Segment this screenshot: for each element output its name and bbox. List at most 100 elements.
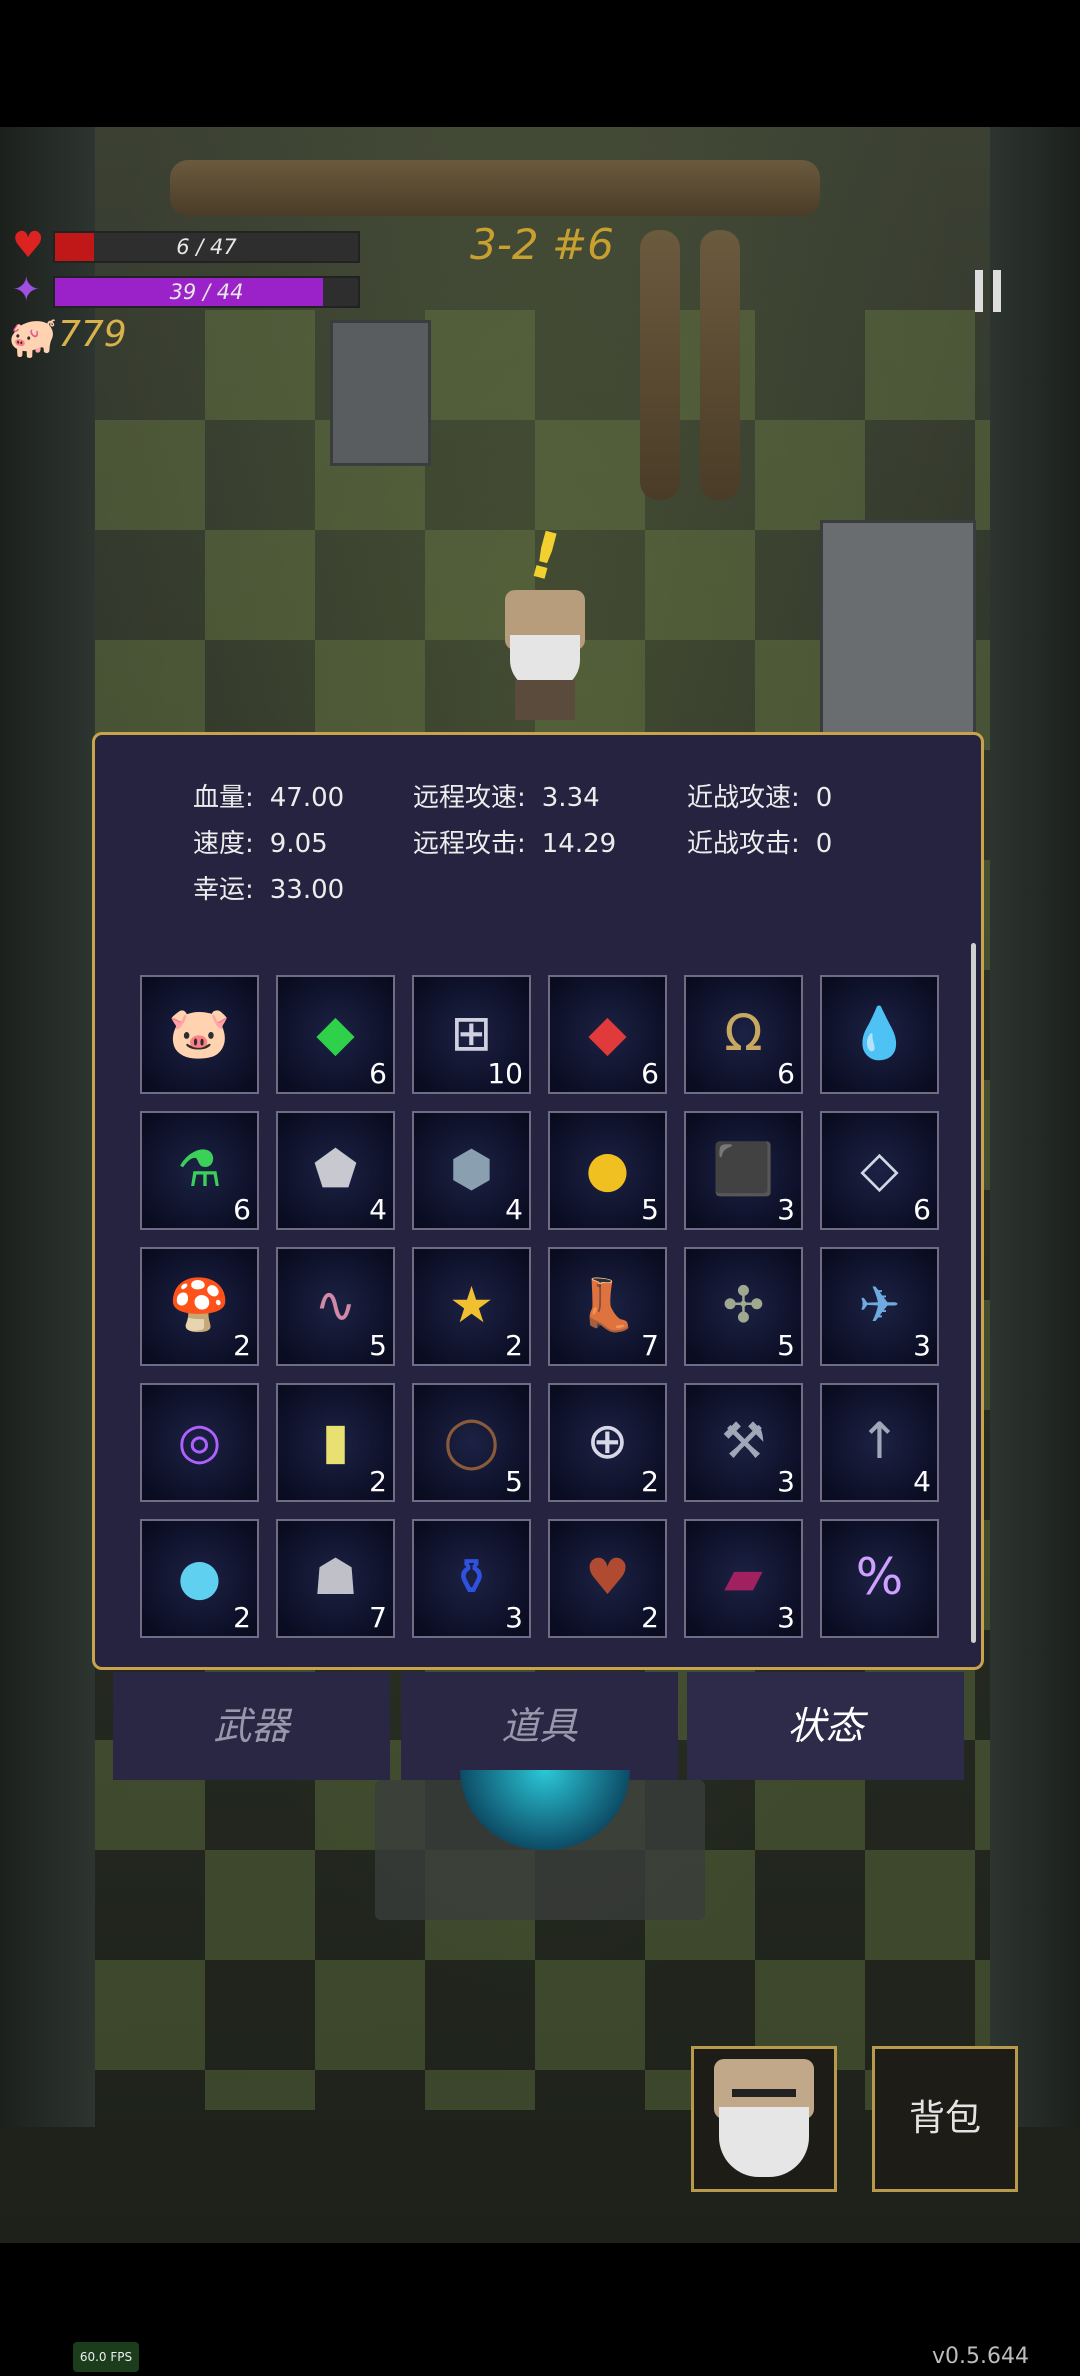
red-crystal-icon: ◆ <box>588 1004 627 1062</box>
green-crystal-icon: ◆ <box>316 1004 355 1062</box>
worm-icon: ∿ <box>314 1276 357 1334</box>
inventory-slot[interactable]: ◆ 6 <box>276 975 395 1094</box>
item-count: 2 <box>233 1601 251 1634</box>
panel-scrollbar[interactable] <box>971 943 976 1643</box>
pause-bar-left <box>975 270 983 312</box>
mp-bar: 39 / 44 <box>53 276 360 308</box>
inventory-slot[interactable]: ✈ 3 <box>820 1247 939 1366</box>
stat-label: 近战攻速: <box>687 783 800 813</box>
inventory-slot[interactable]: 🍄 2 <box>140 1247 259 1366</box>
inventory-slot[interactable]: Ω6 <box>684 975 803 1094</box>
stat-value: 47.00 <box>269 783 345 813</box>
inventory-slot[interactable]: ★ 2 <box>412 1247 531 1366</box>
heart-gold-icon: ♥ <box>585 1548 630 1606</box>
percent-rune-icon: % <box>855 1548 904 1606</box>
stat-value: 0 <box>815 783 833 813</box>
inventory-slot[interactable]: ⬟ 4 <box>276 1111 395 1230</box>
portrait-beard <box>719 2107 809 2177</box>
item-count: 5 <box>505 1465 523 1498</box>
mushroom-icon: 🍄 <box>168 1276 231 1334</box>
inventory-slot[interactable]: 💧 <box>820 975 939 1094</box>
inventory-slot[interactable]: ⚒ 3 <box>684 1383 803 1502</box>
inventory-slot[interactable]: ▮ 2 <box>276 1383 395 1502</box>
arrow-up-icon: ↑ <box>858 1412 901 1470</box>
coin-count: 779 <box>58 314 127 355</box>
pause-bar-right <box>993 270 1001 312</box>
squid-icon: ✣ <box>722 1276 765 1334</box>
character-portrait-button[interactable] <box>691 2046 837 2192</box>
tab-status[interactable]: 状态 <box>687 1672 964 1780</box>
item-count: 10 <box>487 1057 523 1090</box>
player-character <box>495 590 595 720</box>
inventory-slot[interactable]: ◆ 6 <box>548 975 667 1094</box>
stat-label: 远程攻速: <box>413 783 526 813</box>
item-count: 4 <box>369 1193 387 1226</box>
machine <box>820 520 976 736</box>
status-panel: 血量: 47.00 速度: 9.05 幸运: 33.00 远程攻速: 3.34 远程攻击… <box>92 732 984 1670</box>
stat-hp: 血量: 47.00 <box>193 777 344 814</box>
item-count: 3 <box>777 1465 795 1498</box>
inventory-slot[interactable]: ↑ 4 <box>820 1383 939 1502</box>
yellow-card-icon: ▮ <box>321 1412 350 1470</box>
status-bar <box>0 0 1080 127</box>
inventory-slot[interactable]: ☗ 7 <box>276 1519 395 1638</box>
medkit-icon: ⊞ <box>450 1004 493 1062</box>
inventory-slot[interactable]: ⊞ 10 <box>412 975 531 1094</box>
inventory-slot[interactable]: ♥ 2 <box>548 1519 667 1638</box>
inventory-slot[interactable]: ◇ 6 <box>820 1111 939 1230</box>
boots-icon: 👢 <box>576 1276 639 1334</box>
water-drop-icon: 💧 <box>848 1004 911 1062</box>
inventory-slot[interactable]: ▰ 3 <box>684 1519 803 1638</box>
tab-items[interactable]: 道具 <box>401 1672 678 1780</box>
stat-label: 幸运: <box>193 875 254 905</box>
spellbook-icon: ▰ <box>724 1548 763 1606</box>
item-count: 2 <box>233 1329 251 1362</box>
stat-value: 0 <box>815 829 833 859</box>
item-count: 5 <box>369 1329 387 1362</box>
star-trophy-icon: ★ <box>449 1276 494 1334</box>
stat-label: 远程攻击: <box>413 829 526 859</box>
pause-button[interactable] <box>975 270 1005 312</box>
inventory-slot[interactable]: 👢 7 <box>548 1247 667 1366</box>
piggy-bank-icon: 🐷 <box>168 1004 231 1062</box>
fps-counter: 60.0 FPS <box>73 2342 139 2372</box>
item-count: 7 <box>369 1601 387 1634</box>
item-count: 4 <box>505 1193 523 1226</box>
stat-value: 33.00 <box>269 875 345 905</box>
crystal-orb-icon: ● <box>177 1548 222 1606</box>
inventory-slot[interactable]: ⚱ 3 <box>412 1519 531 1638</box>
stat-value: 14.29 <box>541 829 617 859</box>
inventory-slot[interactable]: ⚗ 6 <box>140 1111 259 1230</box>
item-count: 6 <box>777 1057 795 1090</box>
inventory-slot[interactable]: ⊕ 2 <box>548 1383 667 1502</box>
hammer-icon: ⚒ <box>721 1412 766 1470</box>
pipe <box>700 230 740 500</box>
inventory-slot[interactable]: ✣ 5 <box>684 1247 803 1366</box>
item-count: 3 <box>777 1601 795 1634</box>
item-count: 7 <box>641 1329 659 1362</box>
ore-chunks-icon: ⬛ <box>712 1140 775 1198</box>
silver-ore-icon: ⬟ <box>313 1140 358 1198</box>
item-count: 2 <box>641 1465 659 1498</box>
inventory-slot[interactable]: ⬛ 3 <box>684 1111 803 1230</box>
stat-label: 近战攻击: <box>687 829 800 859</box>
stat-luck: 幸运: 33.00 <box>193 869 344 906</box>
bottom-area <box>0 2243 1080 2376</box>
tab-weapons[interactable]: 武器 <box>113 1672 390 1780</box>
inventory-slot[interactable]: ● 2 <box>140 1519 259 1638</box>
inventory-slot[interactable]: 🐷 <box>140 975 259 1094</box>
item-count: 2 <box>369 1465 387 1498</box>
item-count: 6 <box>913 1193 931 1226</box>
mp-text: 39 / 44 <box>169 280 244 304</box>
inventory-slot[interactable]: ⬢ 4 <box>412 1111 531 1230</box>
item-count: 4 <box>913 1465 931 1498</box>
inventory-slot[interactable]: % <box>820 1519 939 1638</box>
backpack-button[interactable]: 背包 <box>872 2046 1018 2192</box>
inventory-slot[interactable]: ◯ 5 <box>412 1383 531 1502</box>
character-body <box>515 680 575 720</box>
inventory-slot[interactable]: ∿ 5 <box>276 1247 395 1366</box>
horseshoe-icon: Ω <box>724 1004 763 1062</box>
inventory-slot[interactable]: ◎ <box>140 1383 259 1502</box>
item-count: 5 <box>777 1329 795 1362</box>
inventory-slot[interactable]: ● 5 <box>548 1111 667 1230</box>
